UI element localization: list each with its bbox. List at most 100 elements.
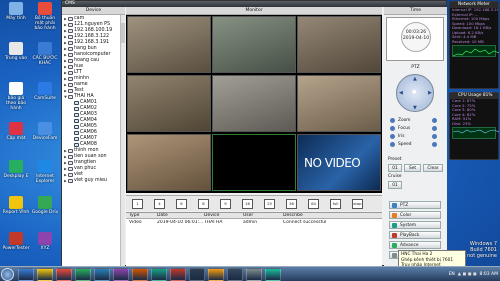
desktop-icon[interactable]: Report Vĩnh <box>2 196 30 215</box>
log-cell: 2019-04-10 06:01:... <box>157 220 203 225</box>
cam-view-5[interactable] <box>212 75 296 132</box>
layout-button-25[interactable]: 25 <box>264 199 275 209</box>
log-column-header[interactable]: Describe <box>283 213 381 219</box>
start-button[interactable] <box>1 268 14 281</box>
taskbar-app-icon[interactable] <box>265 268 281 281</box>
playback-icon <box>392 233 397 238</box>
log-row[interactable]: Video 2019-04-10 06:01:... THAI HA admin Con… <box>126 220 382 226</box>
taskbar-app-icon[interactable] <box>227 268 243 281</box>
desktop-icon[interactable]: Máy tính <box>2 2 30 21</box>
minus-icon[interactable] <box>390 134 395 139</box>
language-indicator[interactable]: EN <box>449 272 455 277</box>
layout-button-9[interactable]: 9 <box>220 199 231 209</box>
minus-icon[interactable] <box>390 118 395 123</box>
layout-button-36[interactable]: 36 <box>286 199 297 209</box>
shortcut-icon <box>38 82 52 95</box>
layout-button-4[interactable]: 4 <box>154 199 165 209</box>
camera-icon <box>74 143 79 147</box>
cam-view-2[interactable] <box>212 16 296 73</box>
layout-button-16[interactable]: 16 <box>242 199 253 209</box>
taskbar-app-icon[interactable] <box>151 268 167 281</box>
taskbar-app-icon[interactable] <box>113 268 129 281</box>
log-column-header[interactable]: Device <box>204 213 242 219</box>
plus-icon[interactable] <box>432 126 437 131</box>
layout-button-1[interactable]: 1 <box>132 199 143 209</box>
preset-select[interactable]: 01 <box>388 164 402 172</box>
layout-button-8[interactable]: 8 <box>198 199 209 209</box>
plus-icon[interactable] <box>432 142 437 147</box>
cam-view-8[interactable] <box>212 134 296 191</box>
layout-button-6[interactable]: 6 <box>176 199 187 209</box>
taskbar-clock[interactable]: 8:03 AM <box>480 272 499 277</box>
desktop-icon[interactable]: XYZ <box>31 232 59 251</box>
arrow-left-icon[interactable]: ◀ <box>399 90 403 96</box>
plus-icon[interactable] <box>432 118 437 123</box>
desktop-icon[interactable]: Bỏ thuần mặt phải bảo hành <box>31 2 59 31</box>
desktop-icon[interactable]: CÁC BƯỚC KHÁC <box>31 42 59 66</box>
cam-view-3[interactable] <box>297 16 381 73</box>
cruise-select[interactable]: 01 <box>388 181 402 189</box>
taskbar-app-icon[interactable] <box>18 268 34 281</box>
arrow-up-icon[interactable]: ▲ <box>413 76 417 82</box>
video-frame <box>298 76 380 131</box>
taskbar-app-icon[interactable] <box>132 268 148 281</box>
preset-clear-button[interactable]: Clear <box>423 164 443 172</box>
video-frame <box>213 76 295 131</box>
cam-view-4[interactable] <box>127 75 211 132</box>
desktop-icon[interactable]: Google Driv <box>31 196 59 215</box>
tray-icons[interactable]: ▲ ◼ ◼ ◼ <box>458 272 477 277</box>
taskbar-app-icon[interactable] <box>170 268 186 281</box>
plus-icon[interactable] <box>432 134 437 139</box>
cam-view-6[interactable] <box>297 75 381 132</box>
ptz-control-label: Focus <box>398 126 411 131</box>
desktop-icon[interactable]: bảo giá theo bảo hành <box>2 82 30 111</box>
color-button[interactable]: Color <box>389 211 441 219</box>
playback-button[interactable]: PlayBack <box>389 231 441 239</box>
desktop-icon[interactable]: CamSuite <box>31 82 59 101</box>
layout-button-stop[interactable]: stop <box>352 199 363 209</box>
log-column-header[interactable]: User <box>243 213 281 219</box>
minus-icon[interactable] <box>390 126 395 131</box>
layout-button-full[interactable]: full <box>330 199 341 209</box>
camera-icon <box>74 113 79 117</box>
taskbar-app-icon[interactable] <box>208 268 224 281</box>
desktop-icon[interactable]: DeviceFam <box>31 122 59 141</box>
device-scrollbar[interactable] <box>120 15 125 267</box>
preset-set-button[interactable]: Set <box>404 164 421 172</box>
device-tree-item[interactable]: ▶ viet guy mieu <box>62 178 124 184</box>
log-column-header[interactable]: Date <box>157 213 203 219</box>
arrow-right-icon[interactable]: ▶ <box>428 90 432 96</box>
taskbar-app-icon[interactable] <box>37 268 53 281</box>
cam-view-1[interactable] <box>127 16 211 73</box>
ptz-center-icon[interactable]: ● <box>412 89 416 95</box>
log-column-header[interactable]: Type <box>129 213 156 219</box>
device-icon <box>68 161 73 165</box>
ptz-button[interactable]: PTZ <box>389 201 441 209</box>
system-button[interactable]: System <box>389 221 441 229</box>
cruise-label: Cruise <box>388 174 402 179</box>
cpu-meter-gadget: CPU Usage 81% Core 1: 87% Core 2: 75% Core… <box>449 92 499 160</box>
taskbar-app-icon[interactable] <box>75 268 91 281</box>
taskbar-app-icon[interactable] <box>56 268 72 281</box>
desktop-icon[interactable]: Trung vào <box>2 42 30 61</box>
taskbar-app-icon[interactable] <box>189 268 205 281</box>
camera-icon <box>74 119 79 123</box>
camera-icon <box>74 107 79 111</box>
desktop-icon[interactable]: Internet Explorer <box>31 160 59 184</box>
minus-icon[interactable] <box>390 142 395 147</box>
device-icon <box>68 41 73 45</box>
cam-view-9[interactable]: NO VIDEO <box>297 134 381 191</box>
desktop-icon-label: CamSuite <box>34 96 56 101</box>
desktop-icon-label: bảo giá theo bảo hành <box>6 96 26 111</box>
arrow-down-icon[interactable]: ▼ <box>413 105 417 111</box>
desktop-icon[interactable]: Deskplay E <box>2 160 30 179</box>
desktop-icon[interactable]: Cập mật <box>2 122 30 141</box>
taskbar-app-icon[interactable] <box>246 268 262 281</box>
camera-icon <box>74 131 79 135</box>
ptz-direction-pad[interactable]: ▲ ▼ ◀ ▶ ● <box>396 74 434 112</box>
desktop-icon[interactable]: PowerTester <box>2 232 30 251</box>
device-icon <box>68 179 73 183</box>
cam-view-7[interactable] <box>127 134 211 191</box>
taskbar-app-icon[interactable] <box>94 268 110 281</box>
layout-button-64[interactable]: 64 <box>308 199 319 209</box>
